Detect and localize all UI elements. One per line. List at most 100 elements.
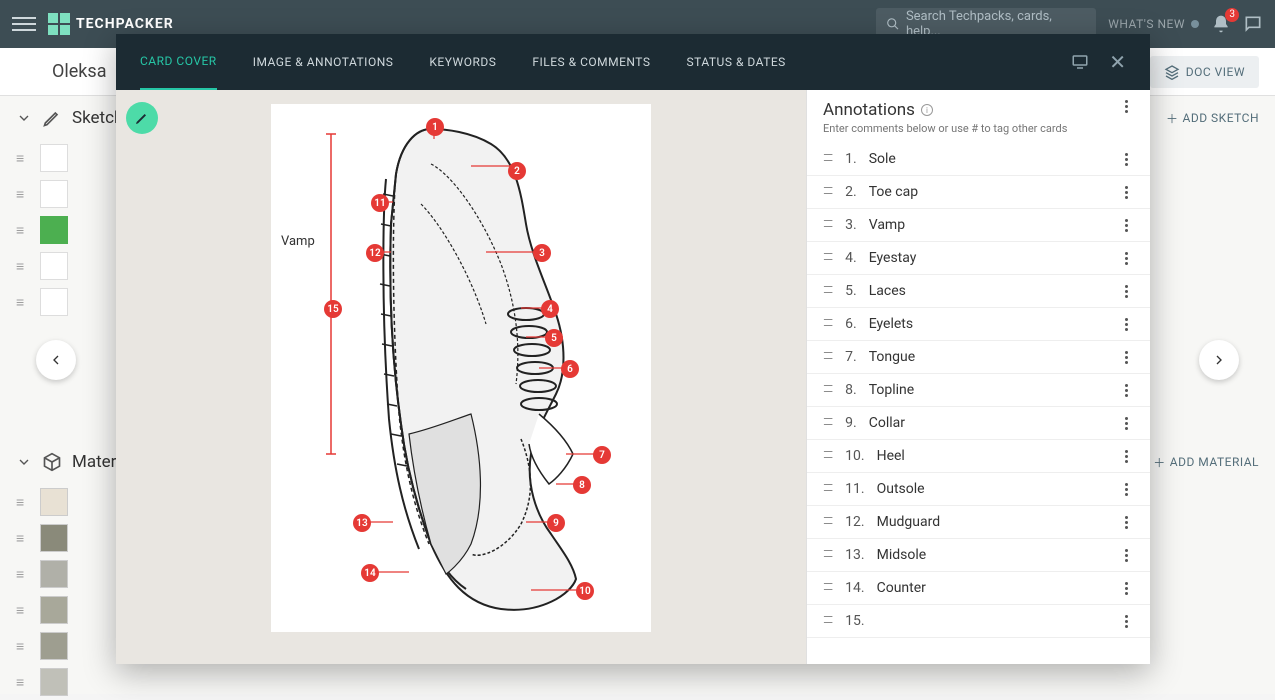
whats-new-button[interactable]: WHAT'S NEW bbox=[1108, 17, 1199, 31]
annotation-pin[interactable]: 15 bbox=[324, 300, 342, 318]
annotation-pin[interactable]: 1 bbox=[426, 118, 444, 136]
add-sketch-button[interactable]: ＋ ADD SKETCH bbox=[1166, 110, 1259, 127]
drag-icon[interactable]: ≡ bbox=[16, 222, 32, 239]
drag-icon[interactable] bbox=[823, 550, 833, 560]
annotation-item[interactable]: 10.Heel bbox=[807, 440, 1150, 473]
drag-icon[interactable] bbox=[823, 187, 833, 197]
annotation-pin[interactable]: 7 bbox=[593, 446, 611, 464]
drag-icon[interactable]: ≡ bbox=[16, 494, 32, 511]
annotation-item[interactable]: 12.Mudguard bbox=[807, 506, 1150, 539]
annotation-item[interactable]: 6.Eyelets bbox=[807, 308, 1150, 341]
swatch-thumb[interactable] bbox=[40, 596, 68, 624]
menu-icon[interactable] bbox=[12, 12, 36, 36]
next-arrow-button[interactable] bbox=[1199, 340, 1239, 380]
drag-icon[interactable] bbox=[823, 253, 833, 263]
annotation-item[interactable]: 9.Collar bbox=[807, 407, 1150, 440]
annotation-item[interactable]: 8.Topline bbox=[807, 374, 1150, 407]
drag-icon[interactable]: ≡ bbox=[16, 674, 32, 691]
swatch-thumb[interactable] bbox=[40, 668, 68, 696]
drag-icon[interactable] bbox=[823, 286, 833, 296]
annotation-item[interactable]: 7.Tongue bbox=[807, 341, 1150, 374]
list-item[interactable]: ≡ bbox=[16, 664, 1275, 700]
drag-icon[interactable]: ≡ bbox=[16, 530, 32, 547]
tab-image-annotations[interactable]: IMAGE & ANNOTATIONS bbox=[253, 35, 394, 89]
doc-view-button[interactable]: DOC VIEW bbox=[1150, 56, 1259, 88]
annotation-menu-button[interactable] bbox=[1118, 285, 1134, 298]
drag-icon[interactable]: ≡ bbox=[16, 294, 32, 311]
prev-arrow-button[interactable] bbox=[36, 340, 76, 380]
tab-status-dates[interactable]: STATUS & DATES bbox=[687, 35, 786, 89]
drag-icon[interactable]: ≡ bbox=[16, 566, 32, 583]
annotation-menu-button[interactable] bbox=[1118, 417, 1134, 430]
thumb[interactable] bbox=[40, 144, 68, 172]
annotation-pin[interactable]: 5 bbox=[545, 329, 563, 347]
annotation-menu-button[interactable] bbox=[1118, 384, 1134, 397]
annotation-menu-button[interactable] bbox=[1118, 549, 1134, 562]
drag-icon[interactable] bbox=[823, 154, 833, 164]
feedback-icon[interactable] bbox=[1243, 14, 1263, 34]
annotation-pin[interactable]: 10 bbox=[576, 582, 594, 600]
annotation-item[interactable]: 3.Vamp bbox=[807, 209, 1150, 242]
edit-button[interactable] bbox=[126, 102, 158, 134]
annotation-item[interactable]: 11.Outsole bbox=[807, 473, 1150, 506]
annotation-menu-button[interactable] bbox=[1118, 483, 1134, 496]
drag-icon[interactable]: ≡ bbox=[16, 150, 32, 167]
thumb[interactable] bbox=[40, 180, 68, 208]
annotations-menu-button[interactable] bbox=[1118, 100, 1134, 113]
drag-icon[interactable]: ≡ bbox=[16, 258, 32, 275]
drag-icon[interactable] bbox=[823, 616, 833, 626]
drag-icon[interactable] bbox=[823, 517, 833, 527]
annotation-menu-button[interactable] bbox=[1118, 153, 1134, 166]
annotation-pin[interactable]: 11 bbox=[371, 194, 389, 212]
annotation-pin[interactable]: 3 bbox=[533, 244, 551, 262]
annotation-pin[interactable]: 4 bbox=[541, 300, 559, 318]
drag-icon[interactable] bbox=[823, 220, 833, 230]
drag-icon[interactable]: ≡ bbox=[16, 602, 32, 619]
add-material-button[interactable]: ＋ ADD MATERIAL bbox=[1153, 454, 1259, 471]
annotation-pin[interactable]: 2 bbox=[508, 162, 526, 180]
info-icon[interactable]: i bbox=[921, 104, 933, 116]
drag-icon[interactable] bbox=[823, 583, 833, 593]
drag-icon[interactable] bbox=[823, 418, 833, 428]
annotation-menu-button[interactable] bbox=[1118, 516, 1134, 529]
close-icon[interactable]: ✕ bbox=[1109, 50, 1126, 74]
annotation-menu-button[interactable] bbox=[1118, 582, 1134, 595]
annotation-menu-button[interactable] bbox=[1118, 450, 1134, 463]
tab-keywords[interactable]: KEYWORDS bbox=[429, 35, 496, 89]
drag-icon[interactable] bbox=[823, 352, 833, 362]
annotation-pin[interactable]: 12 bbox=[366, 244, 384, 262]
annotation-pin[interactable]: 13 bbox=[353, 514, 371, 532]
annotation-item[interactable]: 1.Sole bbox=[807, 143, 1150, 176]
swatch-thumb[interactable] bbox=[40, 488, 68, 516]
logo[interactable]: TECHPACKER bbox=[48, 13, 174, 35]
thumb[interactable] bbox=[40, 288, 68, 316]
annotation-menu-button[interactable] bbox=[1118, 186, 1134, 199]
swatch-thumb[interactable] bbox=[40, 524, 68, 552]
annotation-pin[interactable]: 9 bbox=[547, 514, 565, 532]
annotation-menu-button[interactable] bbox=[1118, 351, 1134, 364]
drag-icon[interactable]: ≡ bbox=[16, 638, 32, 655]
annotation-item[interactable]: 2.Toe cap bbox=[807, 176, 1150, 209]
annotation-menu-button[interactable] bbox=[1118, 318, 1134, 331]
annotation-menu-button[interactable] bbox=[1118, 219, 1134, 232]
annotation-item[interactable]: 14.Counter bbox=[807, 572, 1150, 605]
annotation-item[interactable]: 4.Eyestay bbox=[807, 242, 1150, 275]
annotation-pin[interactable]: 8 bbox=[573, 476, 591, 494]
annotation-item[interactable]: 13.Midsole bbox=[807, 539, 1150, 572]
annotation-item[interactable]: 5.Laces bbox=[807, 275, 1150, 308]
drag-icon[interactable] bbox=[823, 451, 833, 461]
tab-files-comments[interactable]: FILES & COMMENTS bbox=[532, 35, 650, 89]
annotation-item[interactable]: 15. bbox=[807, 605, 1150, 638]
tab-card-cover[interactable]: CARD COVER bbox=[140, 34, 217, 90]
desktop-icon[interactable] bbox=[1071, 53, 1089, 71]
drag-icon[interactable] bbox=[823, 319, 833, 329]
drag-icon[interactable] bbox=[823, 484, 833, 494]
annotation-pin[interactable]: 6 bbox=[561, 360, 579, 378]
thumb-active[interactable] bbox=[40, 216, 68, 244]
drag-icon[interactable]: ≡ bbox=[16, 186, 32, 203]
annotation-menu-button[interactable] bbox=[1118, 615, 1134, 628]
notifications-button[interactable]: 3 bbox=[1211, 14, 1231, 34]
annotation-pin[interactable]: 14 bbox=[361, 564, 379, 582]
drag-icon[interactable] bbox=[823, 385, 833, 395]
swatch-thumb[interactable] bbox=[40, 560, 68, 588]
